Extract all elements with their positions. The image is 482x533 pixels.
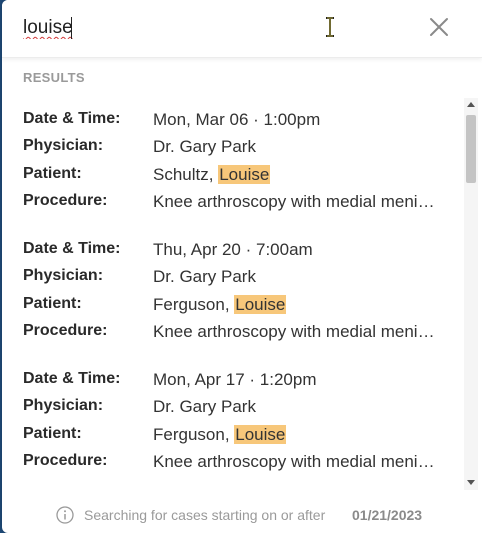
physician-value: Dr. Gary Park xyxy=(153,267,256,286)
procedure-row: Procedure: Knee arthroscopy with medial … xyxy=(23,322,453,346)
patient-last-name: Schultz, xyxy=(153,165,219,184)
patient-row: Patient: Schultz, Louise xyxy=(23,165,453,189)
scroll-down-arrow[interactable] xyxy=(467,480,475,485)
procedure-value: Knee arthroscopy with medial meniscectom… xyxy=(153,192,443,211)
datetime-value: Mon, Mar 06 · 1:00pm xyxy=(153,110,321,129)
patient-last-name: Ferguson, xyxy=(153,295,235,314)
patient-match-highlight: Louise xyxy=(234,295,287,314)
datetime-label: Date & Time: xyxy=(23,370,121,387)
procedure-label: Procedure: xyxy=(23,192,108,209)
datetime-row: Date & Time: Mon, Mar 06 · 1:00pm xyxy=(23,110,453,134)
procedure-row: Procedure: Knee arthroscopy with medial … xyxy=(23,452,453,476)
patient-row: Patient: Ferguson, Louise xyxy=(23,425,453,449)
physician-label: Physician: xyxy=(23,397,104,414)
search-input[interactable] xyxy=(23,14,313,42)
datetime-label: Date & Time: xyxy=(23,240,121,257)
procedure-value: Knee arthroscopy with medial meniscectom… xyxy=(153,452,443,471)
results-list: Date & Time: Mon, Mar 06 · 1:00pm Physic… xyxy=(2,98,464,490)
footer-date: 01/21/2023 xyxy=(352,507,423,523)
physician-label: Physician: xyxy=(23,267,104,284)
scroll-up-arrow[interactable] xyxy=(467,102,475,107)
physician-row: Physician: Dr. Gary Park xyxy=(23,397,453,421)
scrollbar-thumb[interactable] xyxy=(466,115,476,183)
physician-value: Dr. Gary Park xyxy=(153,137,256,156)
text-caret xyxy=(71,17,72,39)
patient-match-highlight: Louise xyxy=(234,425,287,444)
patient-value: Ferguson, Louise xyxy=(153,295,443,315)
search-bar xyxy=(2,0,482,58)
patient-label: Patient: xyxy=(23,165,82,182)
patient-value: Ferguson, Louise xyxy=(153,425,443,445)
physician-row: Physician: Dr. Gary Park xyxy=(23,137,453,161)
info-icon xyxy=(56,506,74,524)
datetime-value: Thu, Apr 20 · 7:00am xyxy=(153,240,313,259)
procedure-row: Procedure: Knee arthroscopy with medial … xyxy=(23,192,453,216)
physician-label: Physician: xyxy=(23,137,104,154)
footer-message: Searching for cases starting on or after xyxy=(84,507,326,523)
physician-row: Physician: Dr. Gary Park xyxy=(23,267,453,291)
close-icon[interactable] xyxy=(426,14,452,40)
patient-value: Schultz, Louise xyxy=(153,165,443,185)
procedure-value: Knee arthroscopy with medial meniscectom… xyxy=(153,322,443,341)
results-heading: RESULTS xyxy=(23,70,85,85)
text-cursor-icon xyxy=(326,17,334,37)
patient-label: Patient: xyxy=(23,425,82,442)
patient-row: Patient: Ferguson, Louise xyxy=(23,295,453,319)
results-scrollbar[interactable] xyxy=(464,98,478,490)
datetime-row: Date & Time: Mon, Apr 17 · 1:20pm xyxy=(23,370,453,394)
physician-value: Dr. Gary Park xyxy=(153,397,256,416)
procedure-label: Procedure: xyxy=(23,322,108,339)
datetime-row: Date & Time: Thu, Apr 20 · 7:00am xyxy=(23,240,453,264)
patient-match-highlight: Louise xyxy=(218,165,271,184)
datetime-value: Mon, Apr 17 · 1:20pm xyxy=(153,370,317,389)
patient-label: Patient: xyxy=(23,295,82,312)
patient-last-name: Ferguson, xyxy=(153,425,235,444)
procedure-label: Procedure: xyxy=(23,452,108,469)
datetime-label: Date & Time: xyxy=(23,110,121,127)
search-panel: RESULTS Date & Time: Mon, Mar 06 · 1:00p… xyxy=(2,0,482,533)
